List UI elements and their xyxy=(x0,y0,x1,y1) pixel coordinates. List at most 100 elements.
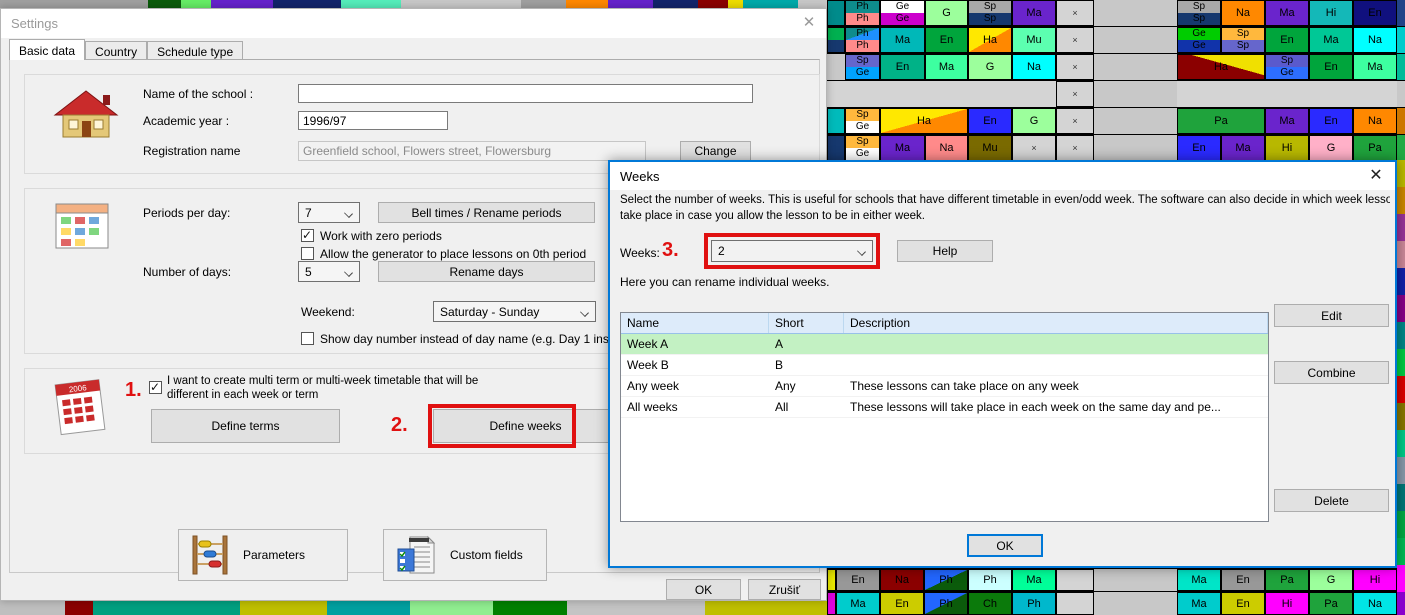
timetable-cell[interactable] xyxy=(827,592,836,615)
timetable-cell-empty[interactable]: × xyxy=(1056,81,1094,107)
timetable-cell-mu[interactable]: Mu xyxy=(968,135,1012,161)
multiweek-checkbox[interactable] xyxy=(149,381,162,394)
timetable-cell-na[interactable]: Na xyxy=(1353,27,1397,53)
table-row-all-weeks[interactable]: All weeks All These lessons will take pl… xyxy=(621,397,1268,418)
timetable-cell[interactable]: PhPh xyxy=(845,0,880,26)
define-terms-button[interactable]: Define terms xyxy=(151,409,340,443)
tab-basic-data[interactable]: Basic data xyxy=(9,39,85,60)
timetable-cell-en[interactable]: En xyxy=(1309,108,1353,134)
timetable-cell[interactable]: SpGe xyxy=(845,135,880,161)
column-header-short[interactable]: Short xyxy=(769,313,844,333)
settings-ok-button[interactable]: OK xyxy=(666,579,741,600)
bell-times-button[interactable]: Bell times / Rename periods xyxy=(378,202,595,223)
timetable-cell-na[interactable]: Na xyxy=(1353,108,1397,134)
timetable-cell[interactable]: SpGe xyxy=(845,54,880,80)
edit-button[interactable]: Edit xyxy=(1274,304,1389,327)
table-row-any-week[interactable]: Any week Any These lessons can take plac… xyxy=(621,376,1268,397)
timetable-cell-g[interactable]: G xyxy=(968,54,1012,80)
timetable-cell-en[interactable]: En xyxy=(836,569,880,591)
timetable-cell-ma[interactable]: Ma xyxy=(1012,0,1056,26)
timetable-cell-na[interactable]: Na xyxy=(925,135,968,161)
timetable-cell-ph[interactable]: Ph xyxy=(924,569,968,591)
timetable-cell-pa[interactable]: Pa xyxy=(1353,135,1397,161)
timetable-cell-ma[interactable]: Ma xyxy=(925,54,968,80)
show-day-number-checkbox[interactable] xyxy=(301,332,314,345)
timetable-cell[interactable]: GeGe xyxy=(880,0,925,26)
timetable-cell-en[interactable]: En xyxy=(1353,0,1397,26)
timetable-cell-ma[interactable]: Ma xyxy=(1265,108,1309,134)
timetable-cell-empty[interactable]: × xyxy=(1056,0,1094,26)
parameters-button[interactable]: Parameters xyxy=(178,529,348,581)
timetable-cell[interactable] xyxy=(827,27,845,53)
delete-button[interactable]: Delete xyxy=(1274,489,1389,512)
timetable-cell-en[interactable]: En xyxy=(1221,569,1265,591)
timetable-cell-na[interactable]: Na xyxy=(1221,0,1265,26)
timetable-cell-ha[interactable]: Ha xyxy=(880,108,968,134)
academic-year-input[interactable] xyxy=(298,111,448,130)
timetable-cell-ha[interactable]: Ha xyxy=(968,27,1012,53)
weeks-titlebar[interactable]: Weeks ✕ xyxy=(610,162,1395,190)
timetable-cell-ma[interactable]: Ma xyxy=(1265,0,1309,26)
column-header-description[interactable]: Description xyxy=(844,313,1268,333)
timetable-cell[interactable] xyxy=(827,0,845,26)
timetable-cell-en[interactable]: En xyxy=(925,27,968,53)
timetable-cell-ma[interactable]: Ma xyxy=(1012,569,1056,591)
timetable-cell-ma[interactable]: Ma xyxy=(1221,135,1265,161)
timetable-cell-na[interactable]: Na xyxy=(1353,592,1397,615)
timetable-cell-na[interactable]: Na xyxy=(1012,54,1056,80)
timetable-cell-ma[interactable]: Ma xyxy=(1177,569,1221,591)
timetable-cell[interactable] xyxy=(1056,592,1094,615)
timetable-cell-mu[interactable]: Mu xyxy=(1012,27,1056,53)
help-button[interactable]: Help xyxy=(897,240,993,262)
timetable-cell[interactable] xyxy=(827,569,836,591)
timetable-cell[interactable]: PhPh xyxy=(845,27,880,53)
timetable-cell[interactable]: SpGe xyxy=(1265,54,1309,80)
number-of-days-select[interactable]: 5 xyxy=(298,261,360,282)
weeks-ok-button[interactable]: OK xyxy=(967,534,1043,557)
timetable-cell-g[interactable]: G xyxy=(1309,135,1353,161)
timetable-cell[interactable]: SpSp xyxy=(1221,27,1265,53)
tab-schedule-type[interactable]: Schedule type xyxy=(147,41,243,60)
timetable-cell-ha[interactable]: Ha xyxy=(1177,54,1265,80)
timetable-cell-ph[interactable]: Ph xyxy=(924,592,968,615)
weekend-select[interactable]: Saturday - Sunday xyxy=(433,301,596,322)
timetable-cell-empty[interactable]: × xyxy=(1012,135,1056,161)
timetable-cell-hi[interactable]: Hi xyxy=(1353,569,1397,591)
settings-close-icon[interactable]: ✕ xyxy=(798,13,820,33)
timetable-cell-pa[interactable]: Pa xyxy=(1265,569,1309,591)
timetable-cell-ma[interactable]: Ma xyxy=(880,135,925,161)
zero-periods-checkbox[interactable] xyxy=(301,229,314,242)
timetable-cell-ph[interactable]: Ph xyxy=(1012,592,1056,615)
timetable-cell-pa[interactable]: Pa xyxy=(1309,592,1353,615)
timetable-cell-en[interactable]: En xyxy=(1177,135,1221,161)
timetable-cell-en[interactable]: En xyxy=(880,592,924,615)
timetable-cell-en[interactable]: En xyxy=(880,54,925,80)
timetable-cell[interactable]: SpSp xyxy=(968,0,1012,26)
timetable-cell-hi[interactable]: Hi xyxy=(1265,592,1309,615)
timetable-cell-pa[interactable]: Pa xyxy=(1177,108,1265,134)
timetable-cell-g[interactable]: G xyxy=(1309,569,1353,591)
timetable-cell-g[interactable]: G xyxy=(925,0,968,26)
change-button[interactable]: Change xyxy=(680,141,751,161)
custom-fields-button[interactable]: Custom fields xyxy=(383,529,547,581)
timetable-cell-empty[interactable]: × xyxy=(1056,135,1094,161)
timetable-cell[interactable] xyxy=(827,108,845,134)
table-row-week-b[interactable]: Week B B xyxy=(621,355,1268,376)
timetable-cell-hi[interactable]: Hi xyxy=(1265,135,1309,161)
timetable-cell-empty[interactable]: × xyxy=(1056,27,1094,53)
timetable-cell-ma[interactable]: Ma xyxy=(1309,27,1353,53)
periods-per-day-select[interactable]: 7 xyxy=(298,202,360,223)
timetable-cell-ma[interactable]: Ma xyxy=(1177,592,1221,615)
settings-titlebar[interactable]: Settings ✕ xyxy=(1,9,826,38)
timetable-cell-empty[interactable]: × xyxy=(1056,108,1094,134)
timetable-cell-ph[interactable]: Ph xyxy=(968,569,1012,591)
settings-cancel-button[interactable]: Zrušiť xyxy=(748,579,821,600)
tab-country[interactable]: Country xyxy=(85,41,147,60)
timetable-cell-en[interactable]: En xyxy=(968,108,1012,134)
timetable-cell-g[interactable]: G xyxy=(1012,108,1056,134)
timetable-cell[interactable]: SpGe xyxy=(845,108,880,134)
timetable-cell-ma[interactable]: Ma xyxy=(836,592,880,615)
school-name-input[interactable] xyxy=(298,84,753,103)
timetable-cell[interactable] xyxy=(827,135,845,161)
combine-button[interactable]: Combine xyxy=(1274,361,1389,384)
